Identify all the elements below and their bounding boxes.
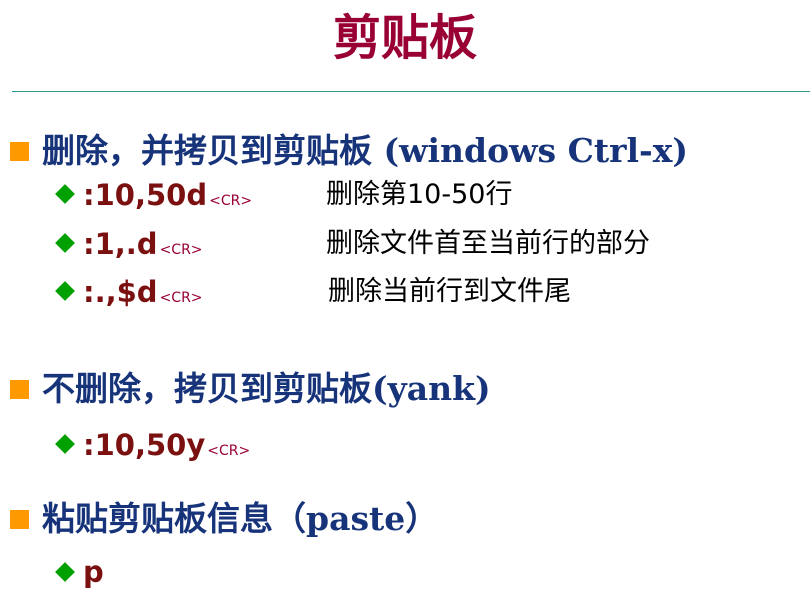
command-delete-to-current: :1,.d <CR> <box>83 227 203 261</box>
cr-key-label: <CR> <box>159 290 203 306</box>
cr-key-label: <CR> <box>207 443 251 459</box>
command-description: 删除文件首至当前行的部分 <box>326 228 650 259</box>
command-delete-range: :10,50d <CR> <box>83 178 253 212</box>
command-delete-to-end: :.,$d <CR> <box>83 275 203 309</box>
cr-key-label: <CR> <box>159 242 203 258</box>
cr-key-label: <CR> <box>209 193 253 209</box>
command-description: 删除第10-50行 <box>326 179 513 210</box>
diamond-bullet-icon <box>55 233 75 253</box>
section-heading-yank: 不删除，拷贝到剪贴板(yank) <box>42 369 491 408</box>
command-yank-range: :10,50y <CR> <box>83 428 251 462</box>
command-paste: p <box>83 555 104 589</box>
title-divider <box>12 91 810 92</box>
square-bullet-icon <box>10 380 29 399</box>
square-bullet-icon <box>10 142 29 161</box>
section-heading-delete: 删除，并拷贝到剪贴板 (windows Ctrl-x) <box>42 131 689 170</box>
diamond-bullet-icon <box>55 562 75 582</box>
command-description: 删除当前行到文件尾 <box>328 276 571 307</box>
section-heading-paste: 粘贴剪贴板信息（paste） <box>42 499 439 538</box>
slide-title: 剪贴板 <box>332 10 477 66</box>
square-bullet-icon <box>10 510 29 529</box>
diamond-bullet-icon <box>55 184 75 204</box>
diamond-bullet-icon <box>55 281 75 301</box>
diamond-bullet-icon <box>55 434 75 454</box>
